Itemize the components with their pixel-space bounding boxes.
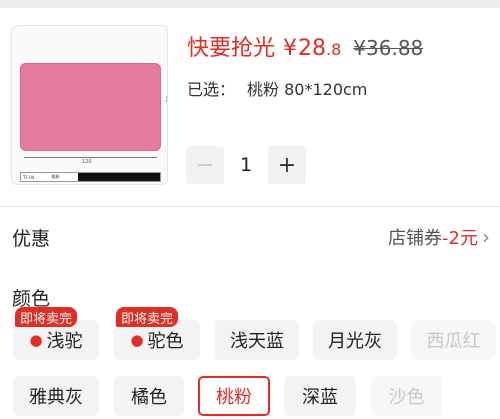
original-price: ¥36.88 [353,36,424,60]
divider [0,206,500,207]
color-option-6[interactable]: 雅典灰 [13,376,99,416]
selling-out-badge: 即将卖完 [116,307,179,327]
fire-icon: ● [130,331,144,349]
color-option-label: 沙色 [388,387,425,408]
image-dimension-line [24,157,157,158]
discount-title: 优惠 [12,228,51,250]
coupon-label: 店铺券 [388,228,443,249]
image-spec-label: 桃粉 [51,174,60,179]
product-mat-illustration [20,63,161,151]
image-spec-code: TF-04 [23,174,35,180]
color-option-label: 橘色 [131,387,167,408]
price-row: 快要抢光 ¥ 28 .8 ¥36.88 [187,30,423,62]
selected-summary: 已选： 桃粉 80*120cm [187,76,367,100]
color-option-label: 深蓝 [302,387,338,408]
color-option-label: 月光灰 [328,331,382,352]
price-decimal: .8 [326,40,342,59]
color-option-8[interactable]: 桃粉 [198,376,270,416]
color-option-label: 雅典灰 [29,387,83,408]
image-spec-details [78,173,160,181]
color-option-7[interactable]: 橘色 [114,376,184,416]
selected-prefix: 已选： [187,80,236,99]
color-option-3[interactable]: 浅天蓝 [215,320,299,360]
selling-out-badge: 即将卖完 [15,307,78,327]
urgency-tag: 快要抢光 [187,36,276,61]
store-coupon-link[interactable]: 店铺券 -2元 › [388,224,490,250]
coupon-amount: -2元 [442,228,478,249]
increase-button[interactable]: + [268,146,306,184]
image-dimension-right: 80 [164,96,168,103]
color-option-label: 浅驼 [46,331,83,352]
color-option-9[interactable]: 深蓝 [284,376,356,416]
chevron-right-icon: › [482,225,490,249]
fire-icon: ● [29,331,43,349]
decrease-button[interactable]: − [186,146,224,184]
price-integer: 28 [298,36,327,61]
color-option-label: 驼色 [147,331,184,352]
color-option-5: 西瓜红 [411,320,496,360]
top-strip [0,0,500,8]
quantity-value[interactable]: 1 [224,154,268,176]
color-option-4[interactable]: 月光灰 [313,320,397,360]
image-dimension-bottom: 120 [82,159,92,165]
selected-value: 桃粉 80*120cm [247,80,368,99]
color-option-10: 沙色 [371,376,442,416]
price-currency: ¥ [283,36,298,61]
quantity-stepper: − 1 + [186,146,306,184]
color-option-label: 浅天蓝 [230,331,284,352]
color-option-label: 桃粉 [216,387,252,408]
image-spec-strip: TF-04 桃粉 [20,172,161,182]
product-image[interactable]: 80 120 TF-04 桃粉 [11,25,168,185]
color-option-label: 西瓜红 [426,331,481,352]
